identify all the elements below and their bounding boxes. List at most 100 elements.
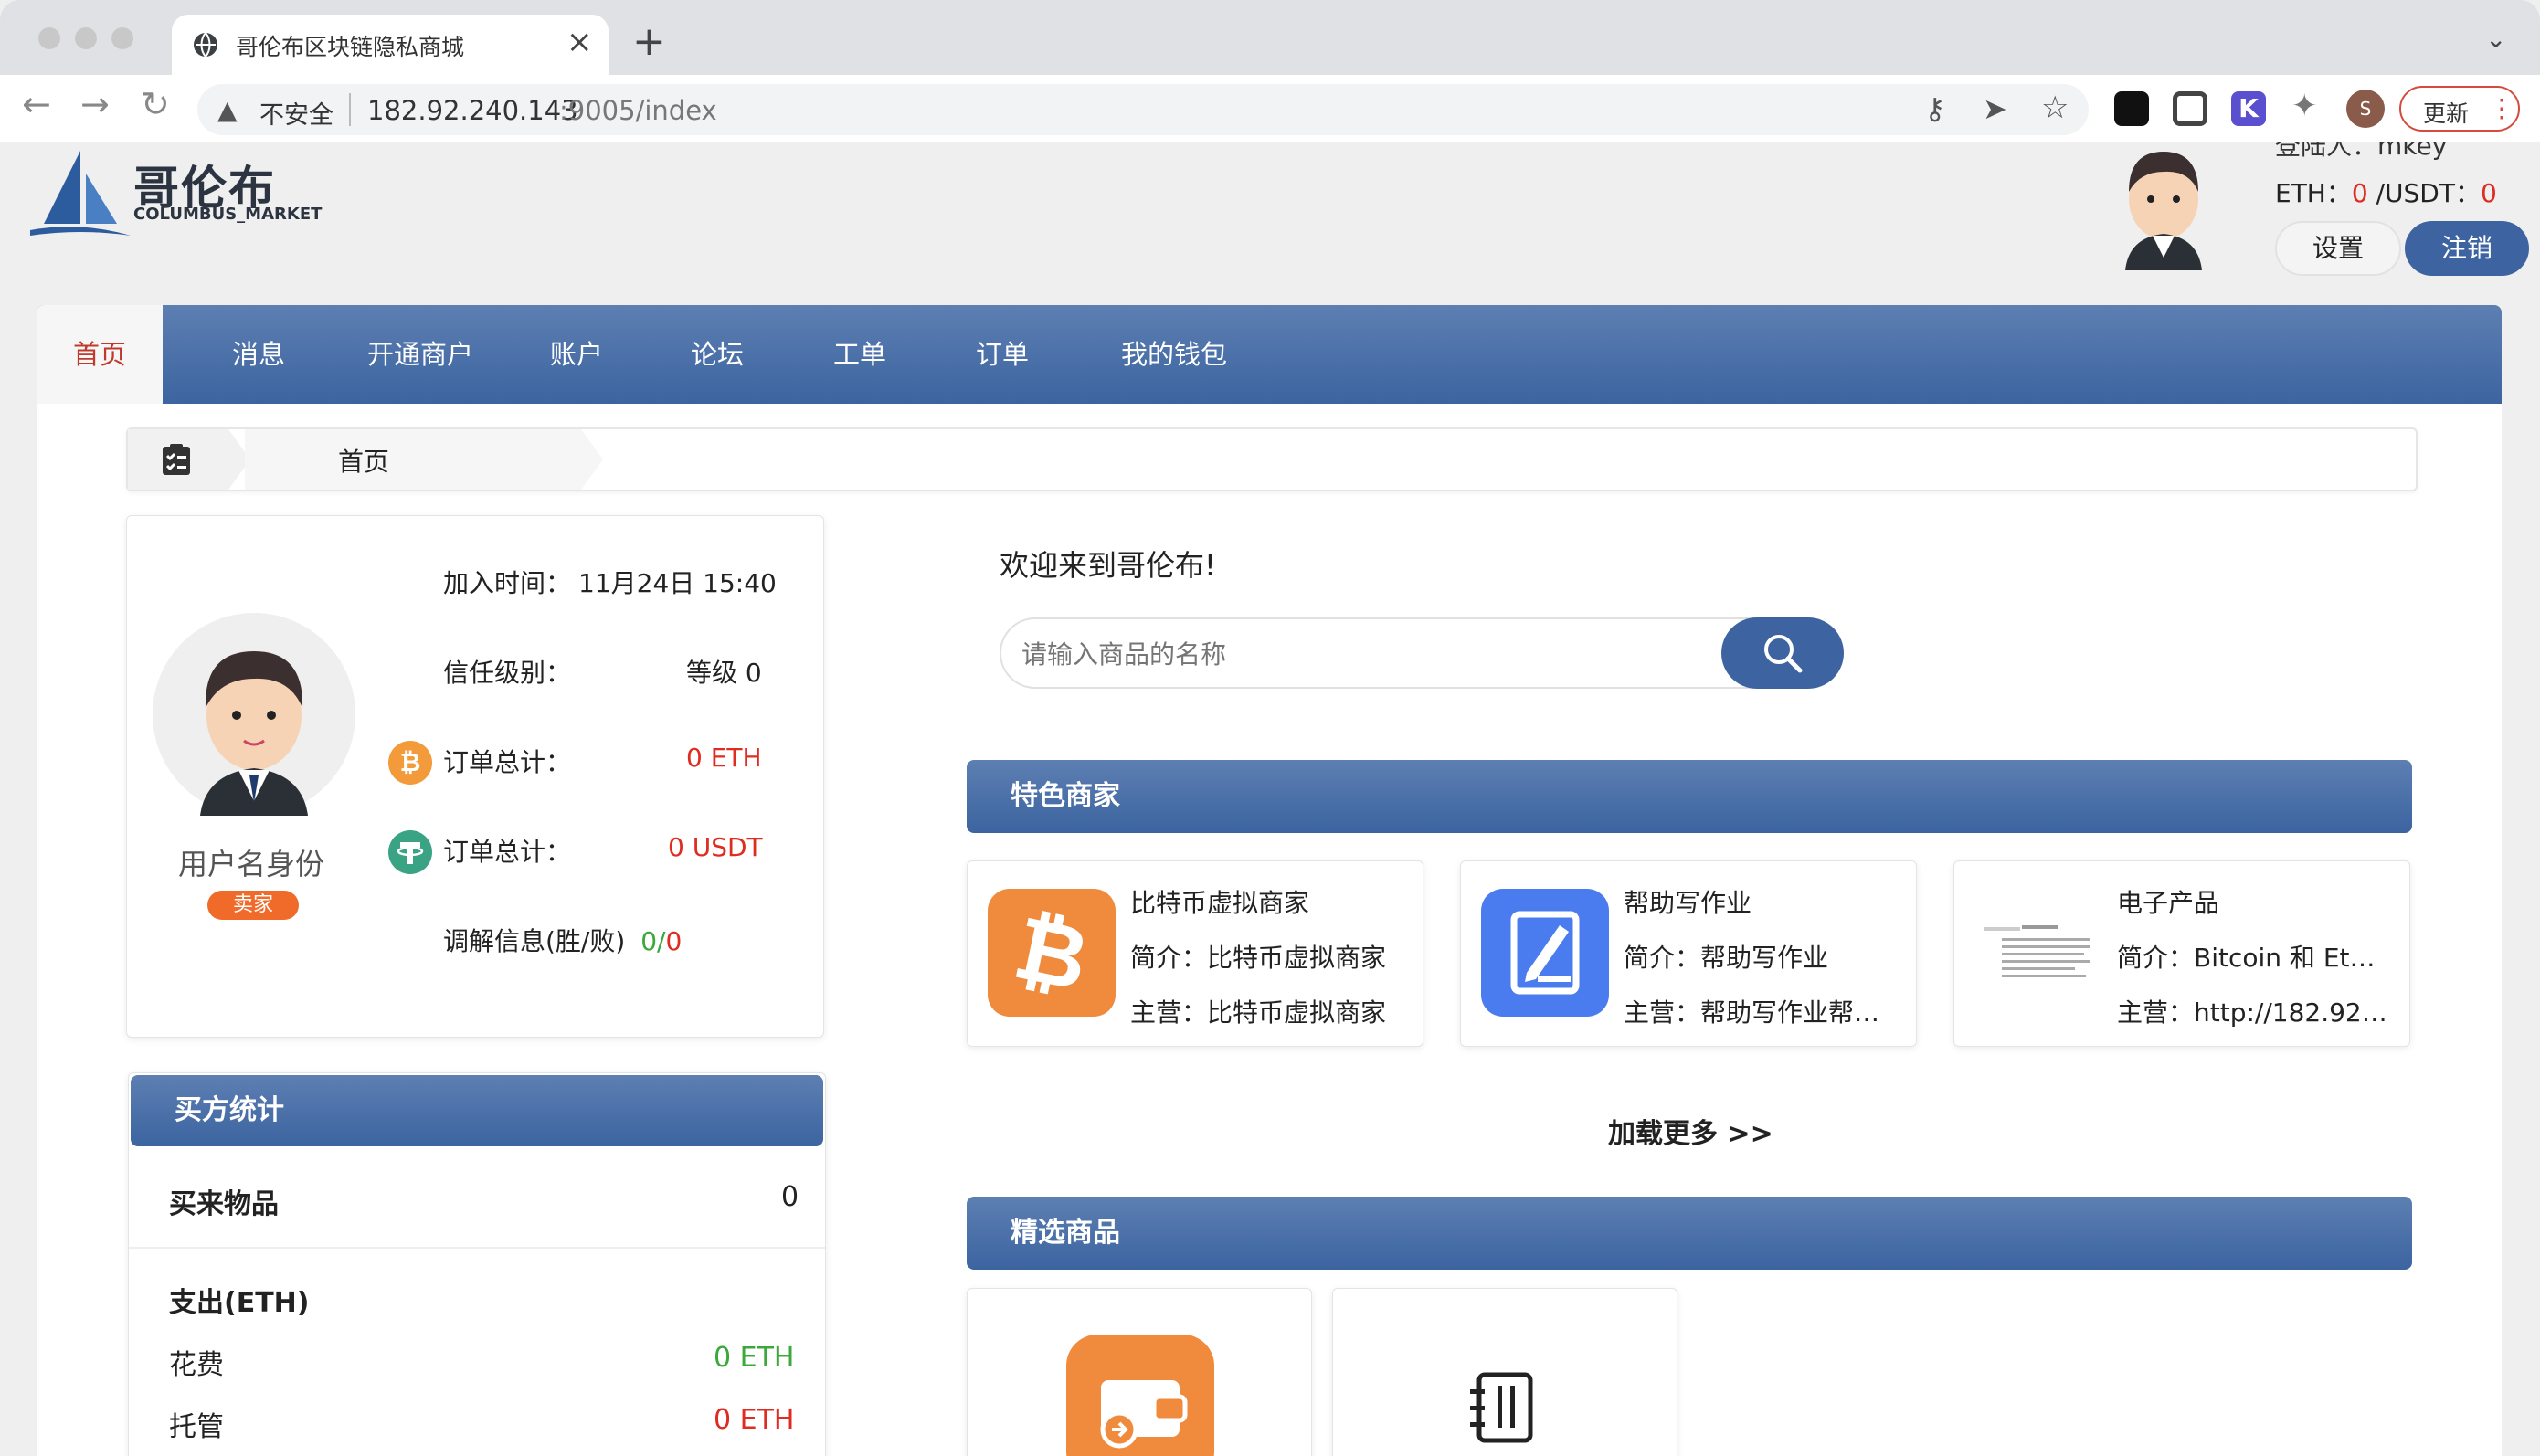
bought-items-label: 买来物品 — [169, 1188, 279, 1220]
nav-item-orders[interactable]: 订单 — [943, 305, 1062, 404]
extension-k-icon[interactable]: K — [2231, 91, 2266, 126]
new-tab-button[interactable]: + — [632, 18, 666, 65]
merchant-card-1[interactable]: ₿ 比特币虚拟商家 简介：比特币虚拟商家 主营：比特币虚拟商家 — [967, 860, 1423, 1047]
search-input[interactable] — [1020, 630, 1681, 678]
nav-item-forum[interactable]: 论坛 — [658, 305, 777, 404]
buyer-stats-title: 买方统计 — [175, 1094, 284, 1126]
escrow-label: 托管 — [169, 1411, 224, 1443]
extension-box-icon[interactable] — [2173, 91, 2207, 126]
load-more-link[interactable]: 加载更多 >> — [1608, 1111, 1773, 1151]
stats-divider — [129, 1247, 825, 1249]
login-user-partial: 登陆人：mkey — [2275, 142, 2448, 161]
breadcrumb-home-segment — [128, 429, 228, 490]
nav-item-open-merchant[interactable]: 开通商户 — [338, 305, 503, 404]
back-icon[interactable]: ← — [22, 84, 51, 124]
profile-avatar-icon — [153, 613, 355, 816]
update-button[interactable]: 更新 ⋮ — [2399, 86, 2520, 132]
join-time-label: 加入时间： — [443, 568, 572, 598]
bought-items-value: 0 — [781, 1181, 799, 1213]
logout-button[interactable]: 注销 — [2405, 221, 2529, 276]
key-icon[interactable]: ⚷ — [1924, 91, 1945, 126]
pen-document-icon — [1481, 889, 1609, 1017]
profile-username: 用户名身份 — [178, 847, 325, 881]
spend-title: 支出(ETH) — [169, 1287, 310, 1319]
escrow-value: 0 ETH — [714, 1404, 795, 1436]
user-avatar-icon — [2089, 142, 2238, 270]
nav-item-home[interactable]: 首页 — [37, 305, 163, 404]
merchant-main: 主营：比特币虚拟商家 — [1130, 997, 1387, 1028]
nav-item-tickets[interactable]: 工单 — [800, 305, 919, 404]
merchant-main: 主营：http://182.92.240.143 — [2117, 997, 2387, 1028]
search-button[interactable] — [1721, 617, 1844, 689]
product-card-1[interactable] — [967, 1288, 1312, 1456]
address-bar[interactable]: ▲ 不安全 182.92.240.143 :9005/index ⚷ ➤ ☆ — [197, 84, 2089, 135]
merchant-card-2[interactable]: 帮助写作业 简介：帮助写作业 主营：帮助写作业帮助写作业 — [1460, 860, 1917, 1047]
role-badge: 卖家 — [207, 891, 299, 920]
browser-tab[interactable]: 哥伦布区块链隐私商城 × — [172, 15, 609, 75]
dispute-label: 调解信息(胜/败) — [443, 926, 626, 956]
breadcrumb-arrow-end — [581, 429, 603, 490]
nav-item-messages[interactable]: 消息 — [199, 305, 318, 404]
bookmark-star-icon[interactable]: ☆ — [2041, 90, 2069, 126]
settings-button[interactable]: 设置 — [2275, 221, 2401, 276]
page-viewport: 哥伦布 COLUMBUS_MARKET 登陆人：mkey ETH：0 /USDT… — [0, 142, 2540, 1456]
forward-icon[interactable]: → — [80, 84, 110, 124]
browser-window: 哥伦布区块链隐私商城 × + ⌄ ← → ↻ ▲ 不安全 182.92.240.… — [0, 0, 2540, 1456]
product-card-2[interactable] — [1332, 1288, 1677, 1456]
security-label: 不安全 — [259, 101, 333, 130]
usdt-label: /USDT： — [2376, 178, 2481, 208]
breadcrumb-label[interactable]: 首页 — [338, 442, 389, 479]
nav-item-account[interactable]: 账户 — [517, 305, 636, 404]
dispute-losses: 0 — [665, 926, 683, 956]
eth-label: ETH： — [2275, 178, 2352, 208]
order-total-eth-label: 订单总计： — [443, 747, 572, 777]
logo-subtext: COLUMBUS_MARKET — [133, 205, 323, 224]
merchant-intro: 简介：帮助写作业 — [1624, 943, 1829, 973]
tab-title: 哥伦布区块链隐私商城 — [236, 34, 465, 60]
extension-chart-icon[interactable] — [2114, 91, 2149, 126]
close-window-button[interactable] — [38, 27, 60, 49]
merchant-intro: 简介：Bitcoin 和 Ethereum — [2117, 943, 2387, 973]
header-avatar — [2089, 142, 2238, 270]
profile-avatar[interactable]: S — [2346, 90, 2385, 128]
document-thumbnail — [1974, 889, 2102, 1017]
extensions-puzzle-icon[interactable]: ✦ — [2291, 88, 2318, 124]
minimize-window-button[interactable] — [75, 27, 97, 49]
cost-value: 0 ETH — [714, 1342, 795, 1374]
cost-label: 花费 — [169, 1349, 224, 1381]
wallet-icon — [1066, 1335, 1214, 1456]
nav-item-wallet[interactable]: 我的钱包 — [1087, 305, 1261, 404]
zoom-window-button[interactable] — [111, 27, 133, 49]
globe-icon — [194, 32, 217, 58]
merchant-name: 帮助写作业 — [1624, 888, 1752, 918]
trust-level-value: 等级 0 — [686, 658, 762, 688]
selected-title: 精选商品 — [1011, 1217, 1120, 1249]
featured-header: 特色商家 — [967, 760, 2412, 833]
search-icon — [1764, 635, 1803, 673]
merchant-name: 电子产品 — [2117, 888, 2220, 918]
reload-icon[interactable]: ↻ — [141, 84, 170, 124]
join-time-value: 11月24日 15:40 — [578, 568, 777, 598]
breadcrumb: 首页 — [126, 427, 2418, 491]
clipboard-checklist-icon[interactable] — [159, 442, 194, 477]
url-host: 182.92.240.143 — [367, 95, 578, 126]
dispute-info: 调解信息(胜/败) 0/0 — [443, 922, 682, 958]
url-path: :9005/index — [559, 95, 717, 126]
welcome-text: 欢迎来到哥伦布! — [1000, 548, 1216, 583]
balance-line: ETH：0 /USDT：0 — [2275, 174, 2497, 210]
merchant-main: 主营：帮助写作业帮助写作业 — [1624, 997, 1894, 1028]
eth-balance: 0 — [2351, 178, 2368, 208]
order-total-eth-value: 0 ETH — [686, 743, 762, 773]
more-menu-icon: ⋮ — [2489, 93, 2514, 123]
bitcoin-icon: ₿ — [988, 889, 1116, 1017]
merchant-card-3[interactable]: 电子产品 简介：Bitcoin 和 Ethereum 主营：http://182… — [1953, 860, 2410, 1047]
svg-text:₿: ₿ — [400, 747, 421, 777]
profile-card: 用户名身份 卖家 加入时间： 11月24日 15:40 信任级别： 等级 0 ₿… — [126, 515, 824, 1038]
trust-level-label: 信任级别： — [443, 658, 572, 688]
order-total-usdt-value: 0 USDT — [668, 832, 763, 862]
dispute-wins: 0 — [640, 926, 658, 956]
merchant-name: 比特币虚拟商家 — [1130, 888, 1310, 918]
send-icon[interactable]: ➤ — [1983, 91, 2007, 126]
tab-search-chevron-icon[interactable]: ⌄ — [2485, 24, 2506, 54]
close-tab-icon[interactable]: × — [566, 24, 593, 60]
